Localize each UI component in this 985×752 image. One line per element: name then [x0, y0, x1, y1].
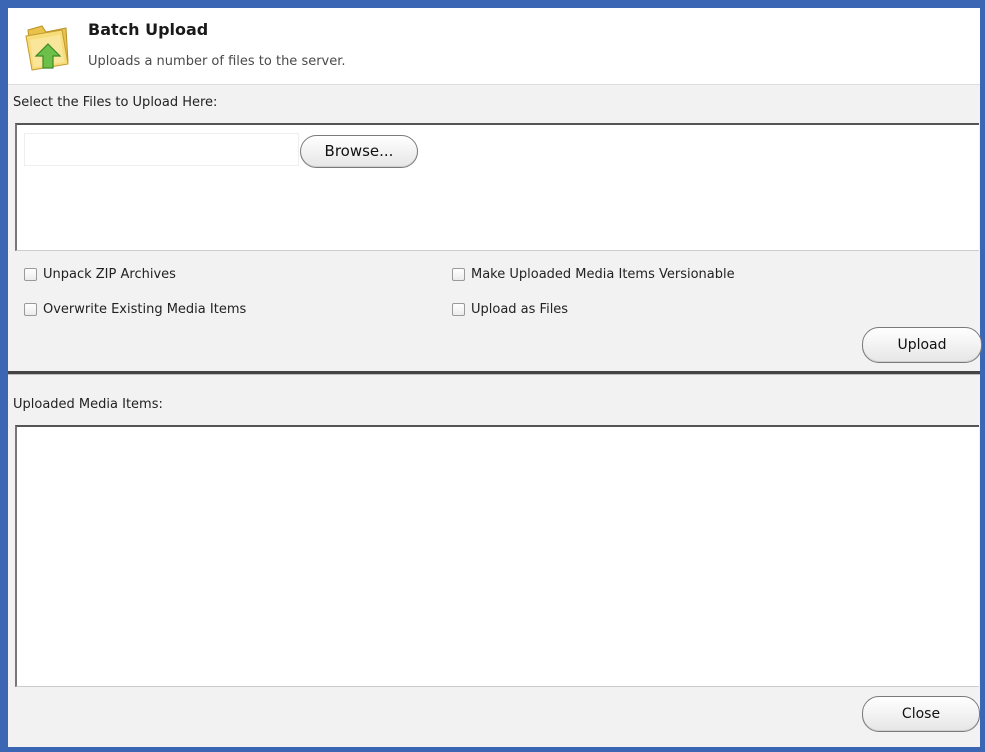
close-button[interactable]: Close: [862, 696, 980, 732]
versionable-option[interactable]: Make Uploaded Media Items Versionable: [452, 267, 735, 282]
file-path-input[interactable]: [24, 133, 299, 166]
section-divider-highlight: [8, 374, 980, 375]
uploaded-items-list[interactable]: [15, 425, 979, 687]
versionable-checkbox[interactable]: [452, 268, 465, 281]
batch-upload-dialog: Batch Upload Uploads a number of files t…: [0, 0, 985, 752]
upload-as-files-option[interactable]: Upload as Files: [452, 302, 568, 317]
unpack-zip-checkbox[interactable]: [24, 268, 37, 281]
browse-button[interactable]: Browse...: [300, 135, 418, 168]
dialog-title: Batch Upload: [88, 20, 209, 39]
file-selection-pane: Browse...: [15, 123, 979, 251]
unpack-zip-label: Unpack ZIP Archives: [43, 267, 176, 282]
dialog-subtitle: Uploads a number of files to the server.: [88, 54, 346, 69]
dialog-header: Batch Upload Uploads a number of files t…: [8, 8, 980, 85]
versionable-label: Make Uploaded Media Items Versionable: [471, 267, 735, 282]
overwrite-label: Overwrite Existing Media Items: [43, 302, 247, 317]
overwrite-checkbox[interactable]: [24, 303, 37, 316]
overwrite-option[interactable]: Overwrite Existing Media Items: [24, 302, 246, 317]
select-files-label: Select the Files to Upload Here:: [13, 95, 218, 110]
uploaded-items-label: Uploaded Media Items:: [13, 397, 163, 412]
folder-upload-icon: [25, 25, 69, 71]
upload-as-files-label: Upload as Files: [471, 302, 569, 317]
upload-button[interactable]: Upload: [862, 327, 982, 363]
upload-as-files-checkbox[interactable]: [452, 303, 465, 316]
unpack-zip-option[interactable]: Unpack ZIP Archives: [24, 267, 176, 282]
